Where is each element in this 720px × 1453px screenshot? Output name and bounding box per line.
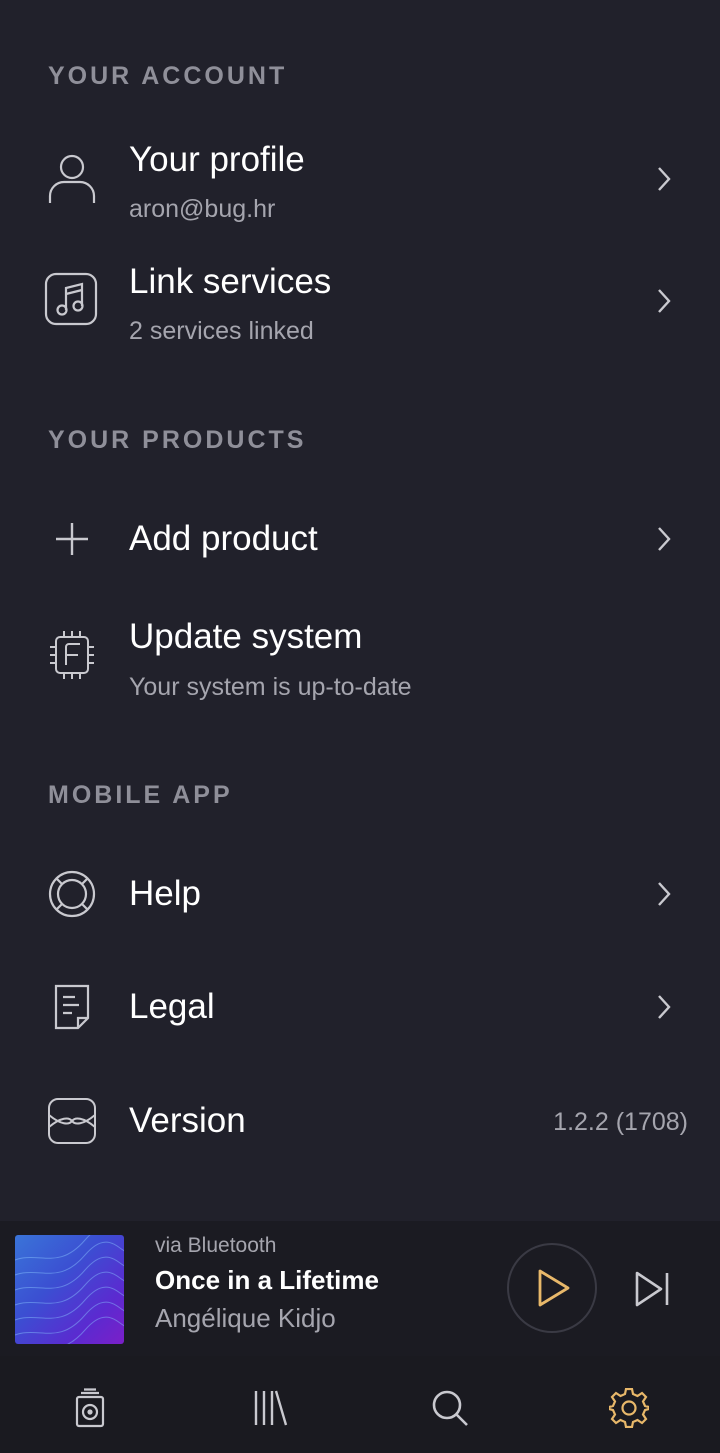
your-profile-title: Your profile bbox=[129, 140, 305, 179]
album-art bbox=[15, 1235, 124, 1344]
play-button[interactable] bbox=[507, 1243, 597, 1333]
chevron-right-icon bbox=[650, 519, 678, 559]
section-heading-mobile-app: MOBILE APP bbox=[48, 781, 233, 809]
track-title: Once in a Lifetime bbox=[155, 1265, 379, 1295]
plus-icon bbox=[44, 511, 100, 567]
playback-source: via Bluetooth bbox=[155, 1234, 277, 1257]
wave-card-icon bbox=[44, 1093, 100, 1149]
your-profile-row[interactable]: Your profile aron@bug.hr bbox=[0, 130, 720, 240]
skip-next-icon bbox=[635, 1271, 669, 1307]
library-icon bbox=[254, 1390, 288, 1426]
bottom-nav bbox=[0, 1356, 720, 1453]
link-services-title: Link services bbox=[129, 262, 332, 301]
gear-icon bbox=[609, 1388, 649, 1428]
search-icon bbox=[432, 1390, 468, 1426]
help-title: Help bbox=[129, 874, 201, 913]
lifebuoy-icon bbox=[44, 866, 100, 922]
help-row[interactable]: Help bbox=[0, 855, 720, 935]
chip-icon bbox=[44, 627, 100, 683]
next-track-button[interactable] bbox=[630, 1267, 674, 1311]
speaker-icon bbox=[75, 1388, 105, 1428]
document-icon bbox=[44, 979, 100, 1035]
section-heading-products: YOUR PRODUCTS bbox=[48, 426, 307, 454]
your-profile-email: aron@bug.hr bbox=[129, 195, 276, 223]
track-artist: Angélique Kidjo bbox=[155, 1303, 336, 1333]
user-icon bbox=[44, 152, 100, 208]
chevron-right-icon bbox=[650, 874, 678, 914]
mini-player[interactable]: via Bluetooth Once in a Lifetime Angéliq… bbox=[0, 1221, 720, 1356]
nav-library[interactable] bbox=[248, 1386, 292, 1430]
legal-title: Legal bbox=[129, 987, 215, 1026]
add-product-row[interactable]: Add product bbox=[0, 500, 720, 580]
nav-search[interactable] bbox=[428, 1386, 472, 1430]
music-note-icon bbox=[44, 272, 100, 328]
add-product-title: Add product bbox=[129, 519, 318, 558]
link-services-subtitle: 2 services linked bbox=[129, 317, 314, 345]
update-system-status: Your system is up-to-date bbox=[129, 673, 412, 701]
legal-row[interactable]: Legal bbox=[0, 968, 720, 1048]
version-title: Version bbox=[129, 1101, 246, 1140]
play-icon bbox=[538, 1269, 570, 1307]
nav-settings[interactable] bbox=[607, 1386, 651, 1430]
section-heading-account: YOUR ACCOUNT bbox=[48, 62, 288, 90]
link-services-row[interactable]: Link services 2 services linked bbox=[0, 252, 720, 362]
chevron-right-icon bbox=[650, 987, 678, 1027]
version-number: 1.2.2 (1708) bbox=[553, 1108, 688, 1136]
update-system-title: Update system bbox=[129, 617, 363, 656]
version-row: Version 1.2.2 (1708) bbox=[0, 1082, 720, 1162]
chevron-right-icon bbox=[650, 159, 678, 199]
nav-speaker[interactable] bbox=[68, 1386, 112, 1430]
update-system-row[interactable]: Update system Your system is up-to-date bbox=[0, 605, 720, 715]
chevron-right-icon bbox=[650, 281, 678, 321]
